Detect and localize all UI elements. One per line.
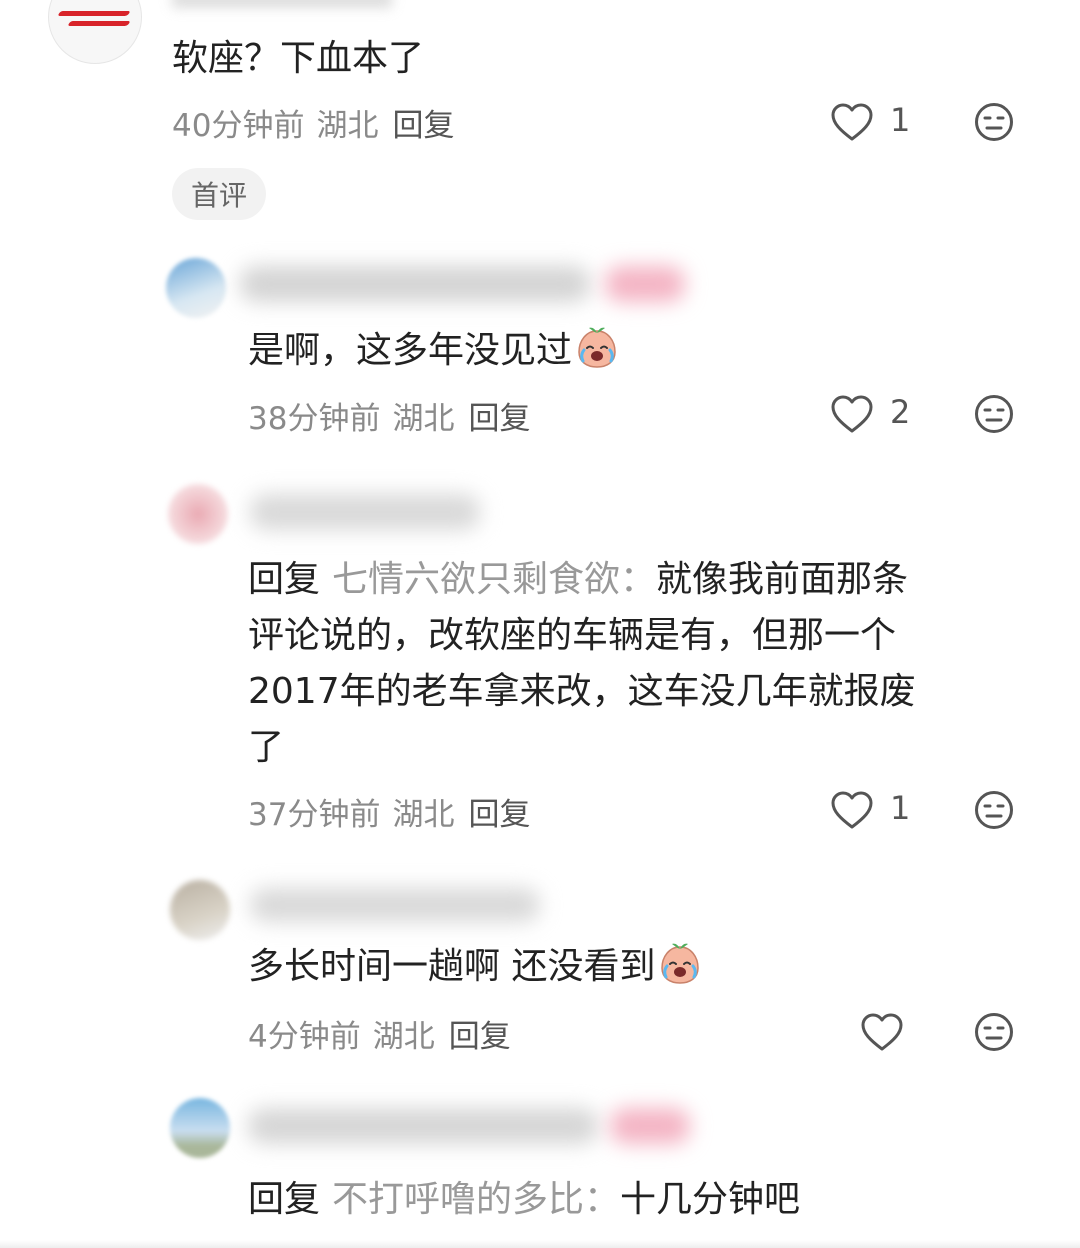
comment-time: 4分钟前 [248, 1019, 361, 1055]
reply-button[interactable]: 回复 [449, 1019, 511, 1055]
comment-section: 软座？下血本了 40分钟前 湖北 回复 1 首评 是啊，这多年没见过 38分钟前 湖北… [0, 0, 1080, 1248]
avatar[interactable] [168, 484, 228, 544]
comment-text: 回复 七情六欲只剩食欲：就像我前面那条 评论说的，改软座的车辆是有，但那一个 20… [248, 559, 916, 768]
username-blurred[interactable] [248, 1108, 598, 1144]
comment-location: 湖北 [316, 108, 379, 144]
comment-time: 40分钟前 [172, 108, 305, 144]
comment-meta: 38分钟前 湖北 回复 [248, 393, 530, 438]
dislike-icon[interactable] [974, 394, 1014, 434]
like-icon[interactable] [830, 790, 874, 830]
comment-location: 湖北 [392, 797, 455, 833]
reply-button[interactable]: 回复 [392, 108, 454, 144]
divider [0, 1240, 1080, 1248]
like-icon[interactable] [830, 102, 874, 142]
dislike-icon[interactable] [974, 1012, 1014, 1052]
like-icon[interactable] [830, 394, 874, 434]
comment-time: 38分钟前 [248, 401, 381, 437]
dislike-icon[interactable] [974, 102, 1014, 142]
avatar[interactable] [48, 0, 142, 64]
dislike-icon[interactable] [974, 790, 1014, 830]
avatar[interactable] [170, 1098, 230, 1158]
reply-target-username[interactable]: 不打呼噜的多比 [332, 1179, 584, 1220]
reply-button[interactable]: 回复 [468, 401, 530, 437]
comment-meta: 4分钟前 湖北 回复 [248, 1011, 511, 1056]
username-blurred[interactable] [250, 888, 540, 922]
like-count: 1 [890, 101, 911, 139]
reply-prefix: 回复 [248, 1179, 321, 1220]
username-blurred[interactable] [250, 494, 480, 530]
comment-location: 湖北 [392, 401, 455, 437]
comment-text: 回复 不打呼噜的多比：十几分钟吧 [248, 1179, 801, 1220]
reply-target-username[interactable]: 七情六欲只剩食欲 [332, 559, 620, 600]
comment-meta: 37分钟前 湖北 回复 [248, 789, 530, 834]
comment-text: 软座？下血本了 [172, 38, 425, 79]
crying-laughing-emoji [661, 943, 700, 984]
author-badge-blurred [610, 1108, 690, 1144]
like-count: 2 [890, 393, 911, 431]
comment-location: 湖北 [372, 1019, 435, 1055]
avatar[interactable] [166, 258, 226, 318]
reply-button[interactable]: 回复 [468, 797, 530, 833]
username-blurred[interactable] [172, 0, 392, 8]
avatar[interactable] [170, 880, 230, 940]
comment-meta: 40分钟前 湖北 回复 [172, 100, 454, 145]
comment-text: 多长时间一趟啊 还没看到 [248, 942, 703, 992]
reply-prefix: 回复 [248, 559, 321, 600]
like-icon[interactable] [860, 1012, 904, 1052]
username-blurred[interactable] [240, 266, 590, 302]
like-count: 1 [890, 789, 911, 827]
author-badge-blurred [605, 266, 685, 302]
comment-text: 是啊，这多年没见过 [248, 326, 620, 376]
first-comment-badge: 首评 [172, 168, 266, 220]
comment-time: 37分钟前 [248, 797, 381, 833]
crying-laughing-emoji [578, 327, 616, 368]
